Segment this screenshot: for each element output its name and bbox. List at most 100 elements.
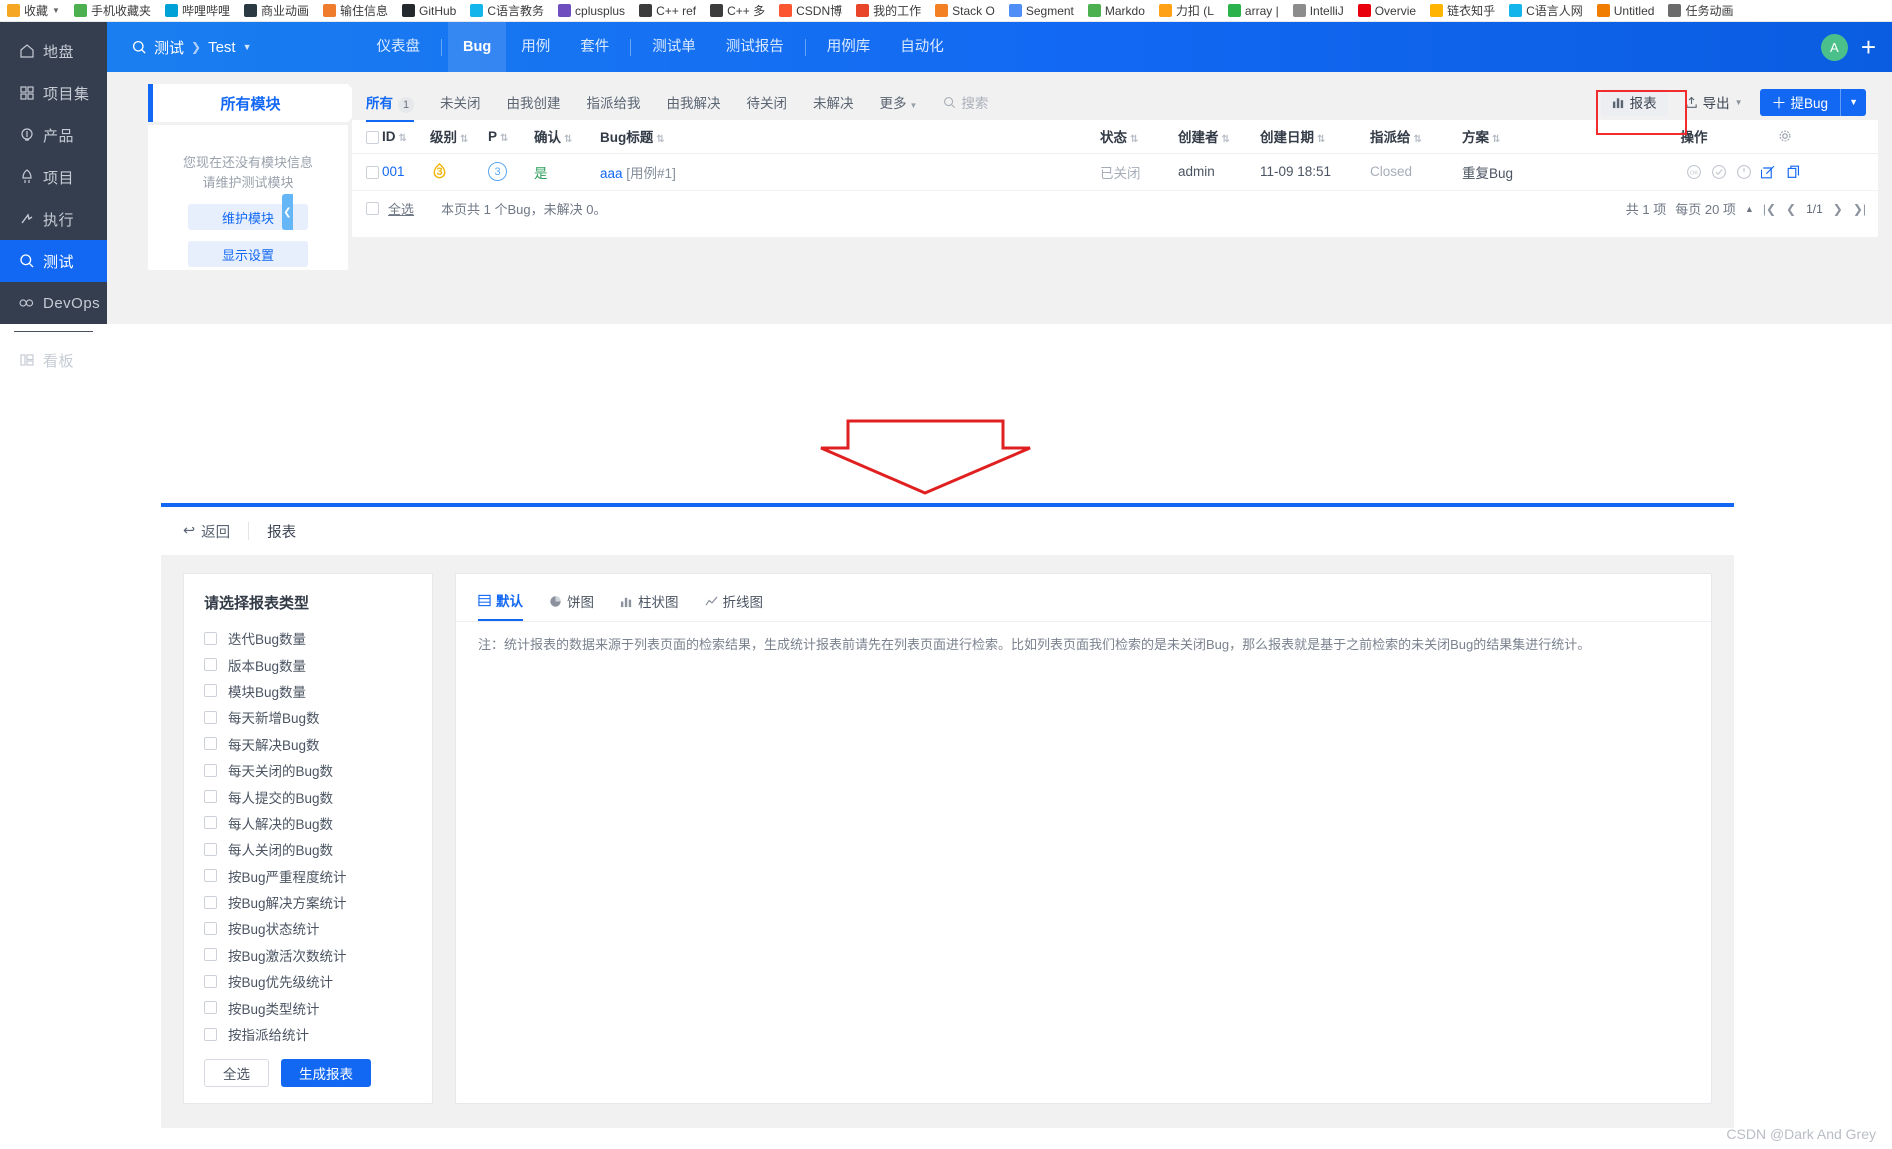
confirm-action-icon[interactable]: OK [1686,164,1702,180]
report-type-option[interactable]: 按指派给统计 [204,1021,432,1047]
bookmark-item[interactable]: 输住信息 [316,0,395,21]
select-all-label[interactable]: 全选 [388,199,414,218]
chart-tab-饼图[interactable]: 饼图 [549,591,594,620]
table-header-确认[interactable]: 确认 ⇅ [534,120,600,154]
tab-用例[interactable]: 用例 [506,22,565,72]
sidebar-item-项目[interactable]: 项目 [0,156,107,198]
bookmark-item[interactable]: 哔哩哔哩 [158,0,237,21]
bookmark-item[interactable]: C语言人网 [1502,0,1590,21]
sort-icon[interactable]: ⇅ [1492,134,1500,145]
sidebar-item-地盘[interactable]: 地盘 [0,30,107,72]
select-all-checkbox[interactable] [366,202,379,215]
chart-tab-默认[interactable]: 默认 [478,590,523,621]
report-type-option[interactable]: 每天新增Bug数 [204,704,432,730]
table-header-状态[interactable]: 状态 ⇅ [1100,120,1178,154]
sort-icon[interactable]: ⇅ [1317,134,1325,145]
bookmark-item[interactable]: Untitled [1590,0,1662,21]
table-header-ID[interactable]: ID ⇅ [382,120,430,154]
filter-tab-更多[interactable]: 更多 ▼ [880,92,918,112]
report-type-checkbox[interactable] [204,658,217,672]
report-type-option[interactable]: 按Bug类型统计 [204,994,432,1020]
last-page-button[interactable]: ❯| [1853,202,1866,216]
sidebar-item-看板[interactable]: 看板 [0,339,107,381]
bookmark-item[interactable]: 我的工作 [849,0,928,21]
resolve-action-icon[interactable] [1711,164,1727,180]
new-bug-dropdown[interactable]: ▼ [1840,88,1866,116]
table-header-方案[interactable]: 方案 ⇅ [1462,120,1610,154]
tab-自动化[interactable]: 自动化 [885,22,959,72]
row-checkbox[interactable] [366,165,379,179]
report-type-checkbox[interactable] [204,763,217,777]
report-type-checkbox[interactable] [204,816,217,830]
bookmark-item[interactable]: GitHub [395,0,463,21]
breadcrumb-project[interactable]: Test [208,39,236,56]
report-type-option[interactable]: 按Bug解决方案统计 [204,889,432,915]
copy-action-icon[interactable] [1786,164,1802,180]
report-type-checkbox[interactable] [204,737,217,751]
table-header-Bug标题[interactable]: Bug标题 ⇅ [600,120,1100,154]
back-button[interactable]: ↩ 返回 [183,521,230,542]
per-page-selector[interactable]: 每页 20 项 [1675,199,1736,218]
select-all-types-button[interactable]: 全选 [204,1059,269,1088]
collapse-panel-handle[interactable]: ❮ [282,194,293,230]
sort-icon[interactable]: ⇅ [460,134,468,145]
sort-icon[interactable]: ⇅ [399,133,407,144]
report-type-checkbox[interactable] [204,842,217,856]
edit-action-icon[interactable] [1761,164,1777,180]
sort-icon[interactable]: ⇅ [1130,134,1138,145]
bookmark-item[interactable]: 商业动画 [237,0,316,21]
bookmark-item[interactable]: 力扣 (L [1152,0,1221,21]
bookmark-item[interactable]: 任务动画 [1661,0,1740,21]
chart-tab-折线图[interactable]: 折线图 [704,591,763,620]
report-type-checkbox[interactable] [204,921,217,935]
filter-tab-由我创建[interactable]: 由我创建 [507,92,561,112]
report-type-checkbox[interactable] [204,869,217,883]
first-page-button[interactable]: |❮ [1763,202,1776,216]
tab-bug[interactable]: Bug [448,22,507,72]
tab-仪表盘[interactable]: 仪表盘 [362,22,436,72]
sort-icon[interactable]: ⇅ [1222,134,1230,145]
bug-title-link[interactable]: aaa [600,166,623,181]
bookmark-item[interactable]: Markdo [1081,0,1152,21]
report-type-checkbox[interactable] [204,974,217,988]
all-modules-tab[interactable]: 所有模块 [148,84,365,122]
report-type-option[interactable]: 版本Bug数量 [204,651,432,677]
report-type-checkbox[interactable] [204,895,217,909]
bookmark-item[interactable]: Overvie [1351,0,1423,21]
bookmark-item[interactable]: 链衣知乎 [1423,0,1502,21]
table-row[interactable]: 001 3 3 是 aaa [用例#1] 已关闭 admin 11-09 18:51 Close… [352,153,1878,191]
report-type-option[interactable]: 每天解决Bug数 [204,731,432,757]
tab-套件[interactable]: 套件 [565,22,624,72]
tab-测试单[interactable]: 测试单 [637,22,711,72]
bookmark-item[interactable]: C++ ref [632,0,703,21]
filter-tab-待关闭[interactable]: 待关闭 [747,92,788,112]
export-button[interactable]: 导出 ▼ [1677,89,1751,116]
bookmark-item[interactable]: 收藏 ▼ [0,0,67,21]
prev-page-button[interactable]: ❮ [1786,202,1796,216]
report-type-option[interactable]: 按Bug激活次数统计 [204,942,432,968]
breadcrumb-module[interactable]: 测试 [154,37,184,58]
sort-icon[interactable]: ⇅ [656,134,664,145]
filter-tab-由我解决[interactable]: 由我解决 [667,92,721,112]
report-type-checkbox[interactable] [204,1001,217,1015]
report-type-checkbox[interactable] [204,790,217,804]
report-type-checkbox[interactable] [204,710,217,724]
report-type-option[interactable]: 模块Bug数量 [204,678,432,704]
sort-icon[interactable]: ⇅ [564,134,572,145]
bookmark-item[interactable]: CSDN博 [772,0,849,21]
filter-tab-未解决[interactable]: 未解决 [813,92,854,112]
sidebar-item-项目集[interactable]: 项目集 [0,72,107,114]
report-type-option[interactable]: 每人提交的Bug数 [204,783,432,809]
report-type-option[interactable]: 每天关闭的Bug数 [204,757,432,783]
bookmark-item[interactable]: Stack O [928,0,1002,21]
search-input[interactable]: 搜索 [943,92,988,112]
bookmark-item[interactable]: cplusplus [551,0,632,21]
tab-测试报告[interactable]: 测试报告 [711,22,799,72]
bug-id-link[interactable]: 001 [382,164,405,179]
header-select-all-checkbox[interactable] [366,130,379,144]
chevron-up-icon[interactable]: ▲ [1745,204,1754,214]
bookmark-item[interactable]: C++ 多 [703,0,772,21]
bookmark-item[interactable]: IntelliJ [1286,0,1351,21]
add-button[interactable]: + [1861,34,1876,60]
report-type-option[interactable]: 按Bug优先级统计 [204,968,432,994]
